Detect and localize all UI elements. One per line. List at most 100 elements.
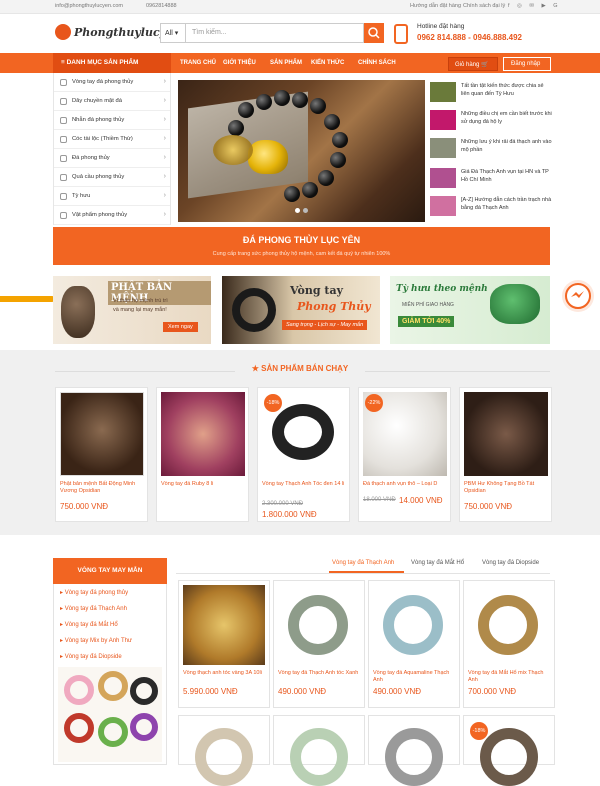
social-icons[interactable]: f ◎ ✉ ▶ G	[508, 3, 561, 9]
hero-slider[interactable]	[178, 80, 425, 222]
search-category-select[interactable]: All ▾	[160, 23, 186, 43]
product-name[interactable]: Đá thạch anh vụn thô – Loại D	[363, 481, 447, 488]
chevron-right-icon: ›	[163, 154, 166, 161]
product-name[interactable]: Phật bản mệnh Bất Động Minh Vương Opsidi…	[60, 481, 144, 495]
top-bar: info@phongthuylucyen.com 0962814888 Hướn…	[0, 0, 600, 14]
product-name[interactable]: Vòng tay đá Ruby 8 li	[161, 481, 245, 488]
news-title[interactable]: Những điều chị em cần biết trước khi sử …	[461, 110, 553, 126]
pixiu-icon	[60, 193, 67, 200]
product-image	[278, 720, 360, 786]
sidebar-item-bracelets[interactable]: Vòng tay đá phong thủy ›	[54, 73, 170, 92]
lucky-item[interactable]: ▸ Vòng tay đá phong thủy	[60, 589, 128, 596]
sidebar-item-stones[interactable]: Đá phong thủy ›	[54, 149, 170, 168]
news-title[interactable]: Những lưu ý khi rải đá thạch anh vào mộ …	[461, 138, 553, 154]
bracelet-icon	[60, 79, 67, 86]
product-price: 5.990.000 VNĐ	[183, 687, 238, 696]
product-card[interactable]: -22% Đá thạch anh vụn thô – Loại D 18.00…	[358, 387, 451, 522]
view-now-button[interactable]: Xem ngay	[163, 322, 198, 332]
product-card[interactable]	[178, 715, 270, 786]
stone-icon	[60, 155, 67, 162]
product-card[interactable]: -18% Vòng tay Thạch Anh Tóc đen 14 li 2.…	[257, 387, 350, 522]
guide-link[interactable]: Hướng dẫn đặt hàng	[410, 3, 461, 9]
nav-products[interactable]: SẢN PHẨM	[270, 60, 302, 66]
news-thumbnail	[430, 82, 456, 102]
tab-thach-anh[interactable]: Vòng tay đá Thạch Anh	[332, 560, 394, 566]
promo-buddha[interactable]: PHẬT BẢN MỆNH Vì thân hộ mệnh trú trì và…	[53, 276, 211, 344]
news-title[interactable]: [A-Z] Hướng dẫn cách trần trạch nhà bằng…	[461, 196, 553, 212]
jade-pixiu-image	[490, 284, 540, 324]
product-card[interactable]	[273, 715, 365, 786]
lucky-item[interactable]: ▸ Vòng tay đá Diopside	[60, 653, 122, 660]
email-text[interactable]: info@phongthuylucyen.com	[55, 3, 123, 9]
news-item[interactable]: Những lưu ý khi rải đá thạch anh vào mộ …	[430, 136, 553, 162]
product-name[interactable]: Vòng tay đá Mắt Hổ mix Thạch Anh	[468, 670, 552, 684]
product-card[interactable]: Vòng tay đá Ruby 8 li	[156, 387, 249, 522]
slider-dots[interactable]	[295, 208, 311, 215]
nav-policy[interactable]: CHÍNH SÁCH	[358, 60, 396, 66]
search-button[interactable]	[364, 23, 384, 43]
product-card[interactable]	[368, 715, 460, 786]
promo-line2: GIẢM TỚI 40%	[398, 316, 455, 327]
sidebar-item-rings[interactable]: Nhẫn đá phong thủy ›	[54, 111, 170, 130]
tab-diopside[interactable]: Vòng tay đá Diopside	[482, 560, 539, 566]
sidebar-item-necklaces[interactable]: Dây chuyền mặt đá ›	[54, 92, 170, 111]
product-name[interactable]: Vòng tay đá Aquamaline Thạch Anh	[373, 670, 457, 684]
bracelet-graphic	[478, 595, 538, 655]
product-card[interactable]: Phật bản mệnh Bất Động Minh Vương Opsidi…	[55, 387, 148, 522]
bracelet-graphic	[290, 728, 348, 786]
nav-knowledge[interactable]: KIẾN THỨC	[311, 60, 344, 66]
hotline-numbers[interactable]: 0962 814.888 - 0946.888.492	[417, 33, 522, 42]
lucky-item[interactable]: ▸ Vòng tay đá Mắt Hổ	[60, 621, 118, 628]
discount-badge: -18%	[470, 722, 488, 740]
product-card[interactable]: Vòng tay đá Aquamaline Thạch Anh 490.000…	[368, 580, 460, 708]
logo-icon[interactable]	[55, 24, 71, 40]
promo-bracelet[interactable]: Vòng tay Phong Thủy Sang trọng - Lịch sự…	[222, 276, 380, 344]
cart-button[interactable]: Giỏ hàng 🛒	[448, 57, 498, 71]
product-image	[373, 585, 455, 665]
active-tab-indicator	[329, 571, 404, 573]
promo-pixiu[interactable]: Tỳ hưu theo mệnh MIỄN PHÍ GIAO HÀNG GIẢM…	[390, 276, 550, 344]
sidebar-item-objects[interactable]: Vật phẩm phong thủy ›	[54, 206, 170, 225]
product-card[interactable]: -18%	[463, 715, 555, 786]
news-item[interactable]: Tất tần tật kiến thức được chia sẻ liên …	[430, 80, 553, 106]
lucky-item[interactable]: ▸ Vòng tay Mix by Anh Thư	[60, 637, 132, 644]
nav-about[interactable]: GIỚI THIỆU	[223, 60, 256, 66]
sidebar-item-spheres[interactable]: Quả cầu phong thủy ›	[54, 168, 170, 187]
news-item[interactable]: [A-Z] Hướng dẫn cách trần trạch nhà bằng…	[430, 194, 553, 220]
news-title[interactable]: Giá Đá Thạch Anh vụn tại HN và TP Hồ Chí…	[461, 168, 553, 184]
news-item[interactable]: Những điều chị em cần biết trước khi sử …	[430, 108, 553, 134]
product-card[interactable]: Vòng tay đá Thạch Anh tóc Xanh 490.000 V…	[273, 580, 365, 708]
promo-title2: Phong Thủy	[297, 300, 371, 313]
gold-pixiu-image	[248, 140, 288, 174]
product-card[interactable]: PBM Hư Không Tạng Bồ Tát Opsidian 750.00…	[459, 387, 552, 522]
product-name[interactable]: Vòng tay Thạch Anh Tóc đen 14 li	[262, 481, 346, 488]
product-price: 750.000 VNĐ	[464, 502, 513, 511]
news-item[interactable]: Giá Đá Thạch Anh vụn tại HN và TP Hồ Chí…	[430, 166, 553, 192]
promo-line1: Vì thân hộ mệnh trú trì	[113, 298, 168, 304]
category-menu-button[interactable]: ≡ DANH MỤC SẢN PHẨM	[53, 53, 171, 73]
tab-mat-ho[interactable]: Vòng tay đá Mắt Hổ	[411, 560, 464, 566]
product-image	[464, 392, 548, 476]
product-price: 750.000 VNĐ	[60, 502, 109, 511]
tabs-divider	[176, 573, 550, 574]
messenger-button[interactable]	[565, 283, 591, 309]
product-name[interactable]: Vòng tay đá Thạch Anh tóc Xanh	[278, 670, 362, 677]
lucky-bracelet-title: VÒNG TAY MAY MẮN	[53, 558, 167, 584]
phone-text[interactable]: 0962814888	[146, 3, 177, 9]
news-title[interactable]: Tất tần tật kiến thức được chia sẻ liên …	[461, 82, 553, 98]
promo-line1: MIỄN PHÍ GIAO HÀNG	[402, 302, 454, 308]
lucky-item[interactable]: ▸ Vòng tay đá Thạch Anh	[60, 605, 127, 612]
product-name[interactable]: PBM Hư Không Tạng Bồ Tát Opsidian	[464, 481, 548, 495]
bead	[318, 170, 334, 186]
login-button[interactable]: Đăng nhập	[503, 57, 551, 71]
chevron-right-icon: ›	[163, 211, 166, 218]
search-input[interactable]: Tìm kiếm...	[186, 23, 364, 43]
nav-home[interactable]: TRANG CHỦ	[180, 60, 216, 66]
product-name[interactable]: Vòng thạch anh tóc vàng 3A 10li	[183, 670, 267, 677]
sidebar-item-pixiu[interactable]: Tỳ hưu ›	[54, 187, 170, 206]
agent-policy-link[interactable]: Chính sách đại lý	[463, 3, 505, 9]
product-price: 490.000 VNĐ	[278, 687, 327, 696]
product-card[interactable]: Vòng tay đá Mắt Hổ mix Thạch Anh 700.000…	[463, 580, 555, 708]
sidebar-item-toads[interactable]: Cóc tài lộc (Thiềm Thừ) ›	[54, 130, 170, 149]
product-card[interactable]: Vòng thạch anh tóc vàng 3A 10li 5.990.00…	[178, 580, 270, 708]
